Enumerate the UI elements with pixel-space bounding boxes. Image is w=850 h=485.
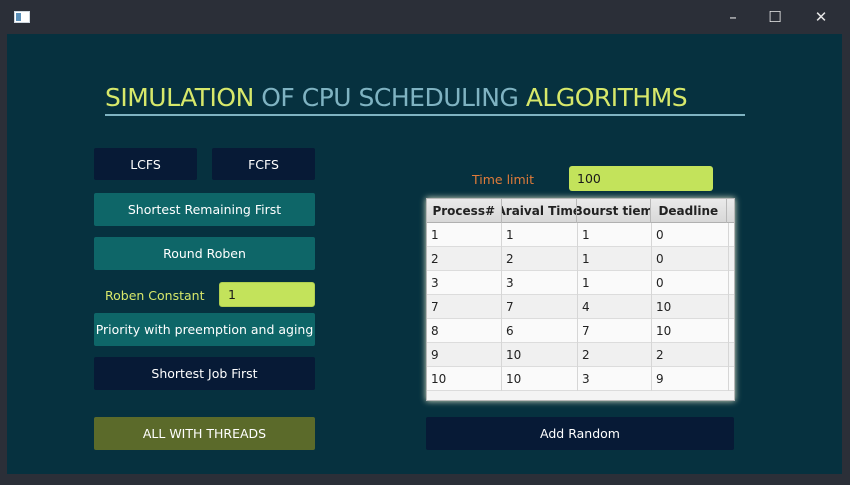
cell-process: 10 xyxy=(427,367,502,391)
client-area: SIMULATION OF CPU SCHEDULING ALGORITHMS … xyxy=(7,34,842,474)
cell-deadline: 10 xyxy=(652,295,729,319)
cell-process: 7 xyxy=(427,295,502,319)
cell-arrival: 7 xyxy=(502,295,578,319)
minimize-button[interactable]: – xyxy=(710,0,756,34)
cell-process: 3 xyxy=(427,271,502,295)
title-middle: OF CPU SCHEDULING xyxy=(253,83,526,112)
table-row[interactable]: 3 3 1 0 xyxy=(427,271,734,295)
cell-deadline: 0 xyxy=(652,247,729,271)
maximize-icon: ☐ xyxy=(768,8,782,26)
cell-burst: 2 xyxy=(578,343,652,367)
add-random-button[interactable]: Add Random xyxy=(426,417,734,450)
priority-preemption-aging-button[interactable]: Priority with preemption and aging xyxy=(94,313,315,346)
cell-deadline: 2 xyxy=(652,343,729,367)
window-titlebar[interactable]: – ☐ ✕ xyxy=(0,0,850,34)
close-icon: ✕ xyxy=(814,8,828,26)
cell-deadline: 10 xyxy=(652,319,729,343)
shortest-job-first-button[interactable]: Shortest Job First xyxy=(94,357,315,390)
column-header-burst[interactable]: Bourst tiem xyxy=(577,199,651,223)
table-row[interactable]: 7 7 4 10 xyxy=(427,295,734,319)
cell-arrival: 10 xyxy=(502,367,578,391)
table-row[interactable]: 10 10 3 9 xyxy=(427,367,734,391)
maximize-button[interactable]: ☐ xyxy=(752,0,798,34)
fcfs-button[interactable]: FCFS xyxy=(212,148,315,180)
cell-arrival: 6 xyxy=(502,319,578,343)
cell-arrival: 10 xyxy=(502,343,578,367)
cell-deadline: 0 xyxy=(652,271,729,295)
time-limit-input[interactable]: 100 xyxy=(569,166,713,191)
cell-burst: 1 xyxy=(578,271,652,295)
cell-burst: 3 xyxy=(578,367,652,391)
table-row[interactable]: 8 6 7 10 xyxy=(427,319,734,343)
table-row[interactable]: 1 1 1 0 xyxy=(427,223,734,247)
cell-process: 9 xyxy=(427,343,502,367)
cell-burst: 7 xyxy=(578,319,652,343)
app-icon xyxy=(14,11,30,23)
cell-process: 2 xyxy=(427,247,502,271)
app-window: – ☐ ✕ SIMULATION OF CPU SCHEDULING ALGOR… xyxy=(0,0,850,485)
column-header-process[interactable]: Process# xyxy=(427,199,502,223)
process-table[interactable]: Process# Araival Time Bourst tiem Deadli… xyxy=(426,198,735,401)
title-word-simulation: SIMULATION xyxy=(105,83,254,112)
table-row[interactable]: 9 10 2 2 xyxy=(427,343,734,367)
table-header: Process# Araival Time Bourst tiem Deadli… xyxy=(427,199,734,223)
cell-arrival: 2 xyxy=(502,247,578,271)
cell-burst: 4 xyxy=(578,295,652,319)
minimize-icon: – xyxy=(729,8,737,26)
table-row[interactable]: 2 2 1 0 xyxy=(427,247,734,271)
roben-constant-input[interactable]: 1 xyxy=(219,282,315,307)
cell-arrival: 3 xyxy=(502,271,578,295)
shortest-remaining-first-button[interactable]: Shortest Remaining First xyxy=(94,193,315,226)
close-button[interactable]: ✕ xyxy=(798,0,844,34)
header-filler xyxy=(727,199,734,223)
cell-deadline: 0 xyxy=(652,223,729,247)
lcfs-button[interactable]: LCFS xyxy=(94,148,197,180)
table-body: 1 1 1 0 2 2 1 0 3 3 1 0 7 7 4 10 8 6 7 1… xyxy=(427,223,734,391)
column-header-deadline[interactable]: Deadline xyxy=(651,199,728,223)
roben-constant-label: Roben Constant xyxy=(105,288,205,303)
cell-process: 8 xyxy=(427,319,502,343)
cell-process: 1 xyxy=(427,223,502,247)
cell-burst: 1 xyxy=(578,223,652,247)
cell-deadline: 9 xyxy=(652,367,729,391)
title-word-algorithms: ALGORITHMS xyxy=(525,83,688,112)
column-header-arrival[interactable]: Araival Time xyxy=(502,199,578,223)
cell-burst: 1 xyxy=(578,247,652,271)
time-limit-label: Time limit xyxy=(472,172,535,187)
all-with-threads-button[interactable]: ALL WITH THREADS xyxy=(94,417,315,450)
round-roben-button[interactable]: Round Roben xyxy=(94,237,315,270)
page-title: SIMULATION OF CPU SCHEDULING ALGORITHMS xyxy=(105,82,745,116)
cell-arrival: 1 xyxy=(502,223,578,247)
